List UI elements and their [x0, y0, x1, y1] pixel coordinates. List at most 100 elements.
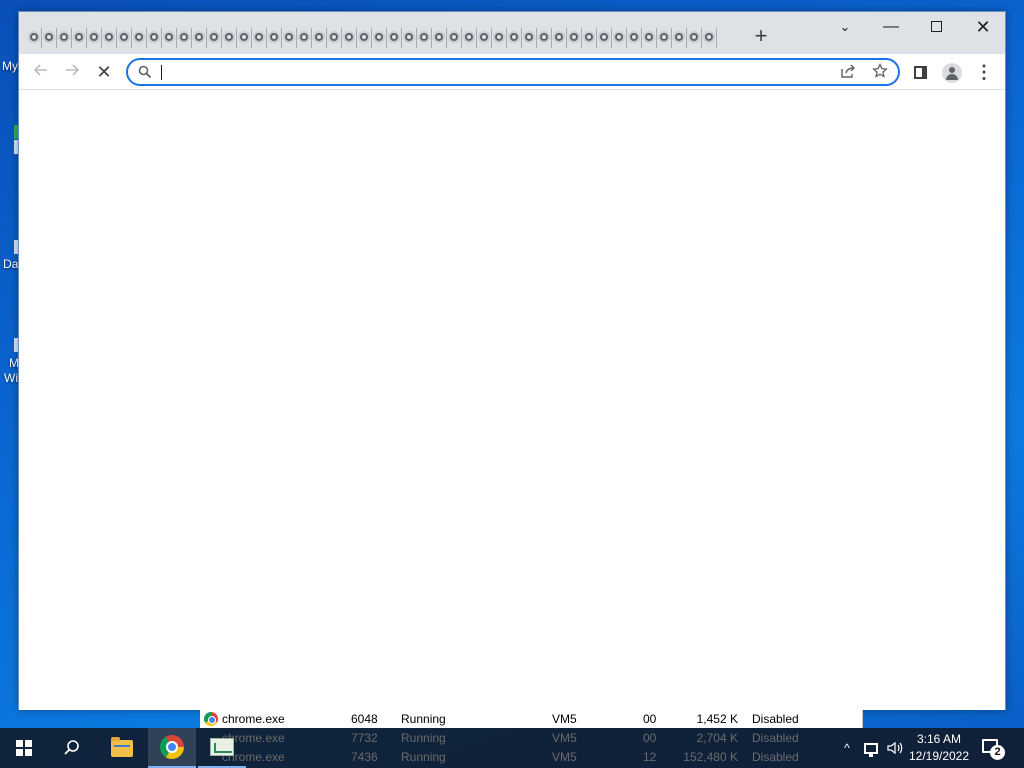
new-tab-button[interactable]: + [749, 25, 773, 49]
browser-tab[interactable] [237, 28, 252, 48]
browser-menu-button[interactable]: ⋮ [972, 60, 996, 84]
taskbar: chrome.exe 7732 Running VM5 00 2,704 K D… [0, 728, 1024, 768]
browser-tab[interactable] [447, 28, 462, 48]
maximize-button[interactable] [916, 16, 956, 40]
browser-tab[interactable] [612, 28, 627, 48]
stop-loading-button[interactable]: ✕ [92, 60, 116, 84]
browser-tab[interactable] [72, 28, 87, 48]
browser-tab[interactable] [267, 28, 282, 48]
browser-tab[interactable] [627, 28, 642, 48]
browser-tab[interactable] [462, 28, 477, 48]
favicon-icon [373, 31, 385, 43]
taskbar-search-button[interactable] [48, 728, 96, 768]
volume-button[interactable] [884, 728, 906, 768]
address-bar[interactable] [126, 58, 900, 86]
favicon-icon [328, 31, 340, 43]
tab-list [27, 28, 717, 48]
favicon-icon [703, 31, 715, 43]
browser-tab[interactable] [522, 28, 537, 48]
browser-tab[interactable] [372, 28, 387, 48]
browser-tab[interactable] [87, 28, 102, 48]
share-button[interactable] [838, 63, 858, 83]
browser-tab[interactable] [147, 28, 162, 48]
browser-tab[interactable] [27, 28, 42, 48]
chrome-taskbar-button[interactable] [148, 728, 196, 768]
address-input[interactable] [160, 62, 830, 82]
browser-tab[interactable] [477, 28, 492, 48]
favicon-icon [688, 31, 700, 43]
browser-tab[interactable] [222, 28, 237, 48]
favicon-icon [478, 31, 490, 43]
profile-button[interactable] [940, 60, 964, 84]
browser-tab[interactable] [327, 28, 342, 48]
task-manager-taskbar-button[interactable] [198, 728, 246, 768]
page-content[interactable] [19, 91, 1005, 710]
browser-tab[interactable] [57, 28, 72, 48]
favicon-icon [28, 31, 40, 43]
browser-tab[interactable] [387, 28, 402, 48]
desktop-icon-label-2[interactable]: Da [3, 257, 18, 271]
close-window-button[interactable]: ✕ [963, 16, 1003, 40]
browser-tab[interactable] [597, 28, 612, 48]
browser-tab[interactable] [102, 28, 117, 48]
browser-tab[interactable] [282, 28, 297, 48]
browser-tab[interactable] [402, 28, 417, 48]
favicon-icon [118, 31, 130, 43]
table-row: chrome.exe 7436 Running VM5 12 152,480 K… [200, 748, 863, 767]
favicon-icon [538, 31, 550, 43]
browser-tab[interactable] [702, 28, 717, 48]
browser-tab[interactable] [687, 28, 702, 48]
action-center-button[interactable]: 2 [980, 736, 1005, 760]
star-icon [872, 62, 888, 78]
browser-tab[interactable] [207, 28, 222, 48]
desktop-icon-label-1[interactable]: My [2, 59, 18, 73]
browser-tab[interactable] [342, 28, 357, 48]
bookmark-button[interactable] [870, 62, 890, 83]
browser-tab[interactable] [432, 28, 447, 48]
browser-tab[interactable] [117, 28, 132, 48]
favicon-icon [598, 31, 610, 43]
browser-tab[interactable] [567, 28, 582, 48]
browser-tab[interactable] [312, 28, 327, 48]
desktop-icon-label-4[interactable]: Wi [4, 371, 18, 385]
file-explorer-button[interactable] [98, 728, 146, 768]
browser-tab[interactable] [582, 28, 597, 48]
process-user: VM5 [552, 750, 577, 764]
browser-tab[interactable] [657, 28, 672, 48]
network-button[interactable] [860, 728, 882, 768]
browser-tab[interactable] [177, 28, 192, 48]
browser-tab[interactable] [192, 28, 207, 48]
minimize-button[interactable]: — [871, 16, 911, 40]
favicon-icon [268, 31, 280, 43]
browser-tab[interactable] [252, 28, 267, 48]
start-button[interactable] [0, 728, 48, 768]
browser-tab[interactable] [162, 28, 177, 48]
table-row[interactable]: chrome.exe 6048 Running VM5 00 1,452 K D… [200, 710, 862, 729]
forward-button[interactable] [60, 60, 84, 84]
side-panel-icon [913, 66, 927, 80]
browser-tab[interactable] [357, 28, 372, 48]
browser-tab[interactable] [642, 28, 657, 48]
taskbar-clock[interactable]: 3:16 AM 12/19/2022 [906, 731, 972, 765]
favicon-icon [628, 31, 640, 43]
show-hidden-icons-button[interactable]: ^ [836, 728, 858, 768]
browser-tab[interactable] [417, 28, 432, 48]
side-panel-button[interactable] [908, 60, 932, 84]
tab-search-button[interactable]: ⌄ [825, 16, 865, 40]
browser-tab[interactable] [507, 28, 522, 48]
favicon-icon [283, 31, 295, 43]
browser-tab[interactable] [132, 28, 147, 48]
favicon-icon [148, 31, 160, 43]
browser-tab[interactable] [297, 28, 312, 48]
browser-tab[interactable] [552, 28, 567, 48]
favicon-icon [193, 31, 205, 43]
favicon-icon [493, 31, 505, 43]
browser-tab[interactable] [492, 28, 507, 48]
browser-tab[interactable] [42, 28, 57, 48]
browser-tab[interactable] [537, 28, 552, 48]
chrome-process-icon [204, 712, 218, 726]
browser-tab[interactable] [672, 28, 687, 48]
process-uac: Disabled [752, 712, 799, 726]
back-button[interactable] [29, 60, 53, 84]
process-status: Running [401, 750, 446, 764]
